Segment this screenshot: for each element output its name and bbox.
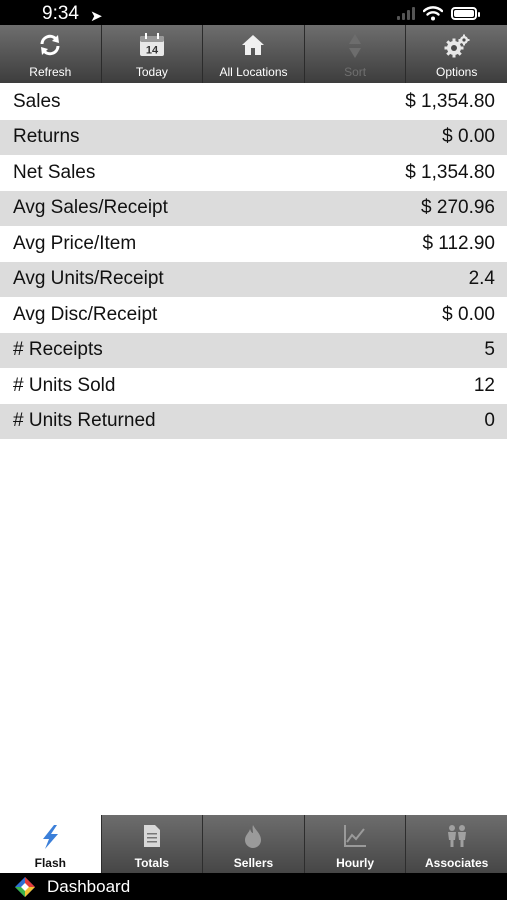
metric-row-avg-units-receipt: Avg Units/Receipt 2.4 [0, 261, 507, 297]
metric-value: $ 1,354.80 [405, 161, 495, 183]
metric-value: $ 1,354.80 [405, 90, 495, 112]
metric-label: # Units Sold [13, 374, 116, 396]
sort-label: Sort [344, 65, 367, 79]
home-icon [242, 35, 265, 55]
metric-value: $ 270.96 [421, 197, 495, 219]
metric-label: Returns [13, 126, 80, 148]
tab-totals[interactable]: Totals [102, 815, 204, 873]
metric-row-avg-disc-receipt: Avg Disc/Receipt $ 0.00 [0, 297, 507, 333]
metric-value: $ 112.90 [422, 232, 495, 254]
calendar-icon: 14 [139, 33, 164, 57]
metric-row-units-sold: # Units Sold 12 [0, 368, 507, 404]
dashboard-logo-icon [15, 876, 35, 897]
bottom-tab-bar: Flash Totals Sellers Hourly Associates [0, 815, 507, 873]
status-icons [397, 4, 480, 22]
flash-icon [43, 825, 59, 849]
today-label: Today [135, 65, 168, 79]
location-arrow-icon: ➤ [90, 8, 103, 25]
tab-sellers[interactable]: Sellers [203, 815, 305, 873]
options-button[interactable]: Options [406, 25, 507, 83]
tab-flash-label: Flash [34, 856, 66, 870]
metric-label: # Receipts [13, 339, 103, 361]
tab-hourly[interactable]: Hourly [305, 815, 407, 873]
battery-icon [451, 6, 480, 20]
all-locations-label: All Locations [219, 65, 288, 79]
top-toolbar: Refresh 14 Today All Locations Sort Opti… [0, 25, 507, 83]
metric-row-avg-sales-receipt: Avg Sales/Receipt $ 270.96 [0, 190, 507, 226]
signal-icon [397, 6, 415, 20]
tab-hourly-label: Hourly [336, 856, 375, 870]
all-locations-button[interactable]: All Locations [203, 25, 305, 83]
status-time: 9:34 [42, 3, 79, 24]
metric-value: 2.4 [468, 268, 495, 290]
refresh-label: Refresh [29, 65, 72, 79]
metric-row-receipts: # Receipts 5 [0, 332, 507, 368]
refresh-icon [40, 34, 60, 56]
document-icon [143, 825, 160, 847]
options-label: Options [435, 65, 478, 79]
sort-icon [349, 34, 362, 58]
line-chart-icon [344, 825, 367, 847]
metric-value: $ 0.00 [442, 303, 495, 325]
metric-row-net-sales: Net Sales $ 1,354.80 [0, 155, 507, 191]
sort-button[interactable]: Sort [305, 25, 407, 83]
people-icon [447, 825, 466, 847]
status-bar: 9:34 ➤ [0, 0, 507, 25]
metric-value: 12 [473, 374, 495, 396]
wifi-icon [423, 5, 443, 20]
tab-sellers-label: Sellers [233, 856, 274, 870]
metric-value: 5 [484, 339, 495, 361]
metric-row-returns: Returns $ 0.00 [0, 119, 507, 155]
metric-label: Avg Disc/Receipt [13, 303, 158, 325]
tab-associates[interactable]: Associates [406, 815, 507, 873]
metric-row-avg-price-item: Avg Price/Item $ 112.90 [0, 226, 507, 262]
metric-value: $ 0.00 [442, 126, 495, 148]
tab-flash[interactable]: Flash [0, 815, 102, 873]
dashboard-label: Dashboard [47, 876, 131, 896]
metric-label: Avg Sales/Receipt [13, 197, 168, 219]
metric-label: # Units Returned [13, 410, 156, 432]
tab-associates-label: Associates [424, 856, 489, 870]
metric-label: Avg Units/Receipt [13, 268, 164, 290]
flame-icon [245, 825, 262, 848]
metric-label: Net Sales [13, 161, 96, 183]
metrics-list: Sales $ 1,354.80 Returns $ 0.00 Net Sale… [0, 84, 507, 439]
today-button[interactable]: 14 Today [102, 25, 204, 83]
metric-label: Avg Price/Item [13, 232, 137, 254]
metric-value: 0 [484, 410, 495, 432]
refresh-button[interactable]: Refresh [0, 25, 102, 83]
calendar-day: 14 [146, 45, 159, 57]
metric-label: Sales [13, 90, 61, 112]
gear-icon [444, 34, 470, 58]
dashboard-bar[interactable]: Dashboard [0, 873, 507, 900]
metric-row-units-returned: # Units Returned 0 [0, 403, 507, 439]
tab-totals-label: Totals [134, 856, 170, 870]
metric-row-sales: Sales $ 1,354.80 [0, 84, 507, 120]
